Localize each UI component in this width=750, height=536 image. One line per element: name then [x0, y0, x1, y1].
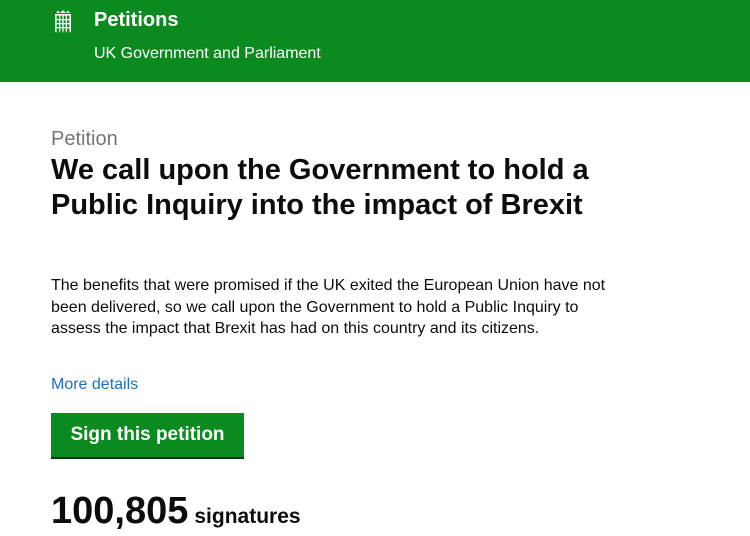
signature-count: 100,805 signatures	[51, 489, 301, 533]
site-title-link[interactable]: Petitions	[94, 9, 178, 31]
portcullis-icon	[55, 10, 71, 33]
more-details-link[interactable]: More details	[51, 375, 138, 395]
site-subtitle: UK Government and Parliament	[94, 45, 321, 62]
petition-title: We call upon the Government to hold a Pu…	[51, 154, 589, 221]
signature-count-number: 100,805	[51, 490, 189, 532]
site-header: Petitions UK Government and Parliament	[0, 0, 750, 82]
signature-count-label: signatures	[194, 505, 301, 528]
petition-caption: Petition	[51, 128, 118, 150]
sign-petition-button[interactable]: Sign this petition	[51, 413, 244, 457]
petition-description: The benefits that were promised if the U…	[51, 277, 606, 337]
